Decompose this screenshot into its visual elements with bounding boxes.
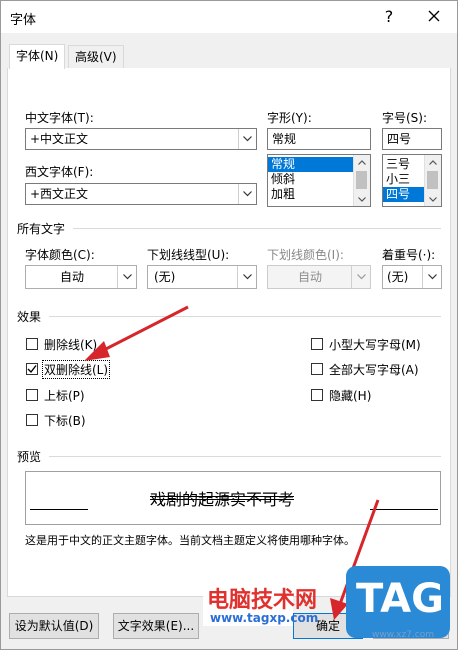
annotation-arrow-line xyxy=(99,305,189,354)
tag-logo: TAG xyxy=(346,566,450,638)
watermark-corner-url: www.xz7.com xyxy=(372,630,434,640)
tab-font[interactable]: 字体(N) xyxy=(9,44,66,69)
annotation-arrows xyxy=(84,305,380,620)
annotation-arrow-head xyxy=(84,341,110,361)
watermark-url: www.tagxp.com xyxy=(210,611,319,625)
tab-font-label: 字体(N) xyxy=(16,49,59,63)
tag-logo-text: TAG xyxy=(356,576,444,622)
watermark-site-name: 电脑技术网 xyxy=(207,588,318,613)
